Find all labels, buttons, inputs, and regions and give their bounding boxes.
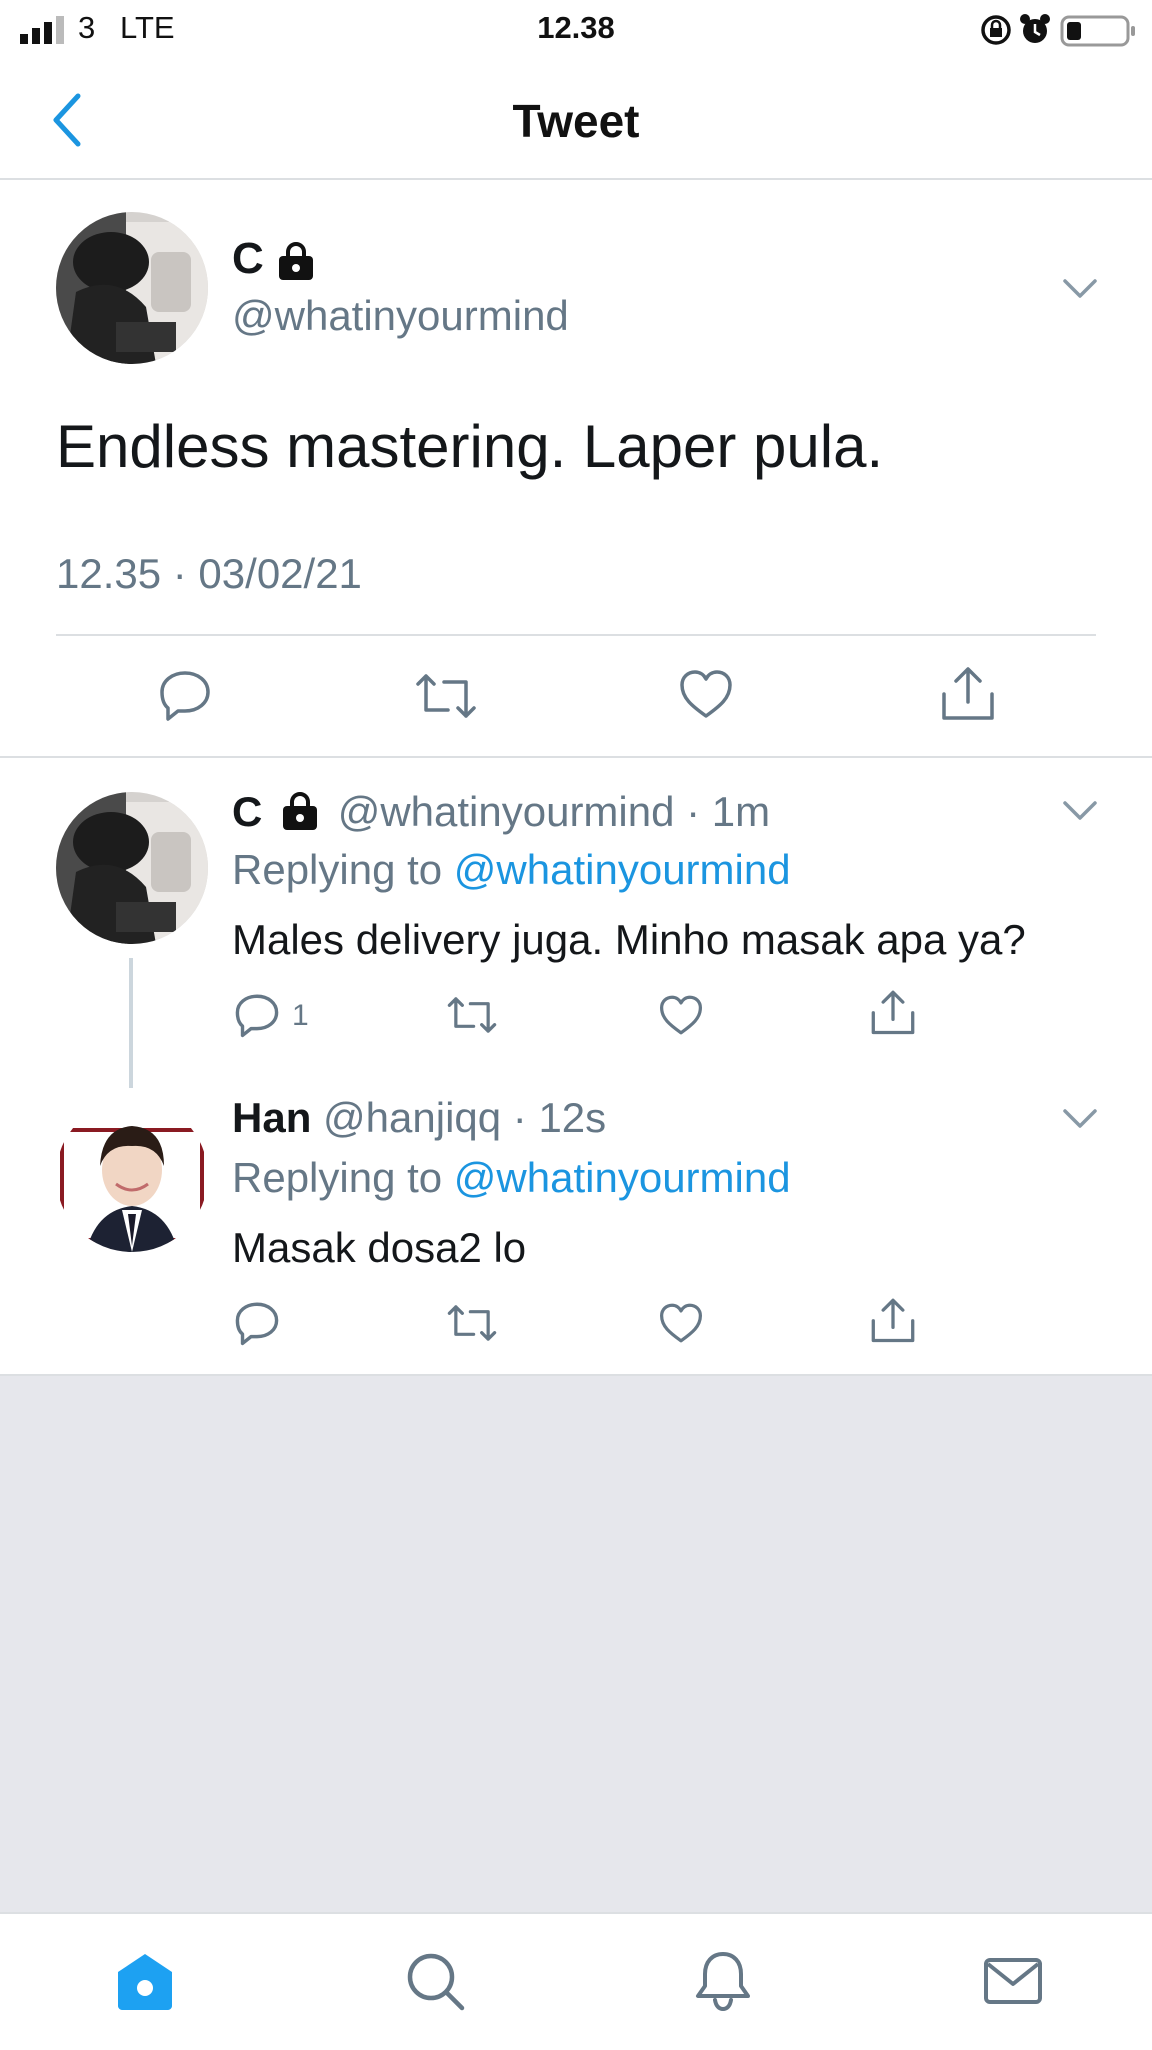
empty-area bbox=[0, 1374, 1152, 1914]
section-divider bbox=[0, 756, 1152, 758]
like-icon[interactable] bbox=[678, 668, 734, 720]
reply-icon[interactable] bbox=[234, 1300, 280, 1346]
reply-header: C @whatinyourmind · 1m bbox=[232, 788, 770, 840]
share-icon[interactable] bbox=[870, 1296, 916, 1344]
search-icon[interactable] bbox=[404, 1950, 466, 2012]
tweet-text: Endless mastering. Laper pula. bbox=[56, 413, 884, 480]
handle[interactable]: @hanjiqq bbox=[323, 1094, 501, 1141]
display-name: C bbox=[232, 234, 264, 283]
battery-icon bbox=[1060, 15, 1135, 47]
reply-header: Han @hanjiqq · 12s bbox=[232, 1094, 606, 1142]
avatar[interactable] bbox=[56, 792, 208, 944]
reply-text: Masak dosa2 lo bbox=[232, 1224, 527, 1271]
replying-to: Replying to @whatinyourmind bbox=[232, 1154, 791, 1202]
avatar[interactable] bbox=[56, 1100, 208, 1252]
reply-count: 1 bbox=[292, 999, 309, 1032]
nav-bar: Tweet bbox=[0, 60, 1152, 180]
alarm-icon bbox=[1020, 14, 1050, 43]
lock-icon bbox=[279, 242, 313, 280]
home-icon[interactable] bbox=[114, 1950, 176, 2012]
replying-to-label: Replying to bbox=[232, 846, 454, 893]
status-bar: 3 LTE 12.38 bbox=[0, 0, 1152, 60]
reply-time: · 1m bbox=[686, 788, 771, 835]
handle[interactable]: @whatinyourmind bbox=[232, 292, 569, 340]
retweet-icon[interactable] bbox=[446, 994, 498, 1036]
page-title: Tweet bbox=[512, 95, 640, 147]
display-name: Han bbox=[232, 1094, 312, 1141]
handle[interactable]: @whatinyourmind bbox=[338, 788, 675, 835]
share-icon[interactable] bbox=[940, 664, 996, 722]
lock-icon bbox=[283, 791, 318, 830]
reply-icon[interactable] bbox=[158, 668, 212, 722]
divider bbox=[56, 634, 1096, 636]
rotation-lock-icon bbox=[981, 15, 1011, 45]
chevron-down-icon[interactable] bbox=[1062, 1108, 1098, 1130]
avatar[interactable] bbox=[56, 212, 208, 364]
like-icon[interactable] bbox=[658, 1302, 704, 1344]
retweet-icon[interactable] bbox=[414, 670, 478, 722]
share-icon[interactable] bbox=[870, 988, 916, 1036]
status-indicators bbox=[981, 14, 1135, 47]
mail-icon[interactable] bbox=[982, 1950, 1044, 2012]
reply-time: · 12s bbox=[512, 1094, 607, 1141]
reply-icon[interactable] bbox=[234, 992, 280, 1038]
like-icon[interactable] bbox=[658, 994, 704, 1036]
replying-to-link[interactable]: @whatinyourmind bbox=[454, 846, 791, 893]
replying-to: Replying to @whatinyourmind bbox=[232, 846, 791, 894]
tweet-timestamp: 12.35 · 03/02/21 bbox=[56, 550, 362, 597]
chevron-down-icon[interactable] bbox=[1062, 278, 1098, 300]
thread-connector bbox=[129, 958, 133, 1088]
tab-bar bbox=[0, 1912, 1152, 2050]
replying-to-label: Replying to bbox=[232, 1154, 454, 1201]
retweet-icon[interactable] bbox=[446, 1302, 498, 1344]
reply-text: Males delivery juga. Minho masak apa ya? bbox=[232, 916, 1026, 963]
display-name: C bbox=[232, 788, 263, 835]
chevron-down-icon[interactable] bbox=[1062, 800, 1098, 822]
replying-to-link[interactable]: @whatinyourmind bbox=[454, 1154, 791, 1201]
bell-icon[interactable] bbox=[692, 1950, 754, 2012]
